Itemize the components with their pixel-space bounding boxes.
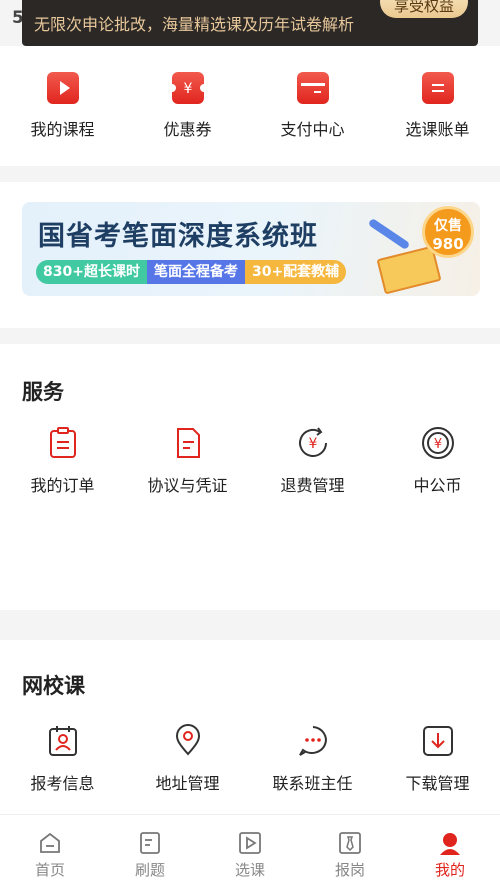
payment-center-label: 支付中心 — [280, 120, 345, 139]
tab-profile-label: 我的 — [434, 861, 465, 879]
my-courses-label: 我的课程 — [30, 120, 95, 139]
online-courses-section: 网校课 报考信息 地址管理 联系班主任 下载管理 — [0, 640, 500, 814]
promo-tag: 30+配套教辅 — [244, 260, 347, 284]
downloads-link[interactable]: 下载管理 — [375, 724, 500, 794]
agreements-label: 协议与凭证 — [147, 476, 228, 495]
tab-jobs-label: 报岗 — [334, 861, 365, 879]
promo-tags: 830+超长课时 笔面全程备考 30+配套教辅 — [36, 260, 347, 284]
vip-benefits-button[interactable]: 享受权益 — [379, 0, 468, 18]
online-courses-title: 网校课 — [22, 674, 85, 698]
chat-bubble-icon — [296, 724, 330, 758]
wallet-icon — [296, 72, 329, 104]
price-badge: 仅售 980 — [422, 206, 474, 258]
my-courses-link[interactable]: 我的课程 — [0, 46, 125, 140]
refund-link[interactable]: ¥ 退费管理 — [250, 426, 375, 496]
promo-tag: 笔面全程备考 — [146, 260, 245, 284]
agreements-link[interactable]: 协议与凭证 — [125, 426, 250, 496]
coin-icon: ¥ — [421, 426, 455, 460]
coupons-link[interactable]: ¥ 优惠券 — [125, 46, 250, 140]
pencil-illustration — [367, 217, 411, 251]
promo-section: 国省考笔面深度系统班 830+超长课时 笔面全程备考 30+配套教辅 仅售 98… — [0, 182, 500, 328]
refund-icon: ¥ — [296, 426, 330, 460]
my-orders-label: 我的订单 — [30, 476, 95, 495]
downloads-label: 下载管理 — [405, 774, 470, 793]
services-section: 服务 我的订单 协议与凭证 ¥ 退费管理 ¥ 中公币 — [0, 344, 500, 610]
svg-text:¥: ¥ — [433, 437, 441, 452]
exam-info-link[interactable]: 报考信息 — [0, 724, 125, 794]
services-title: 服务 — [22, 380, 64, 404]
promo-title: 国省考笔面深度系统班 — [38, 221, 318, 252]
document-icon — [171, 426, 205, 460]
course-bill-label: 选课账单 — [405, 120, 470, 139]
contact-teacher-link[interactable]: 联系班主任 — [250, 724, 375, 794]
svg-text:¥: ¥ — [308, 436, 317, 452]
tab-profile[interactable]: 我的 — [400, 815, 500, 889]
tab-jobs[interactable]: 报岗 — [300, 815, 400, 889]
applicant-info-icon — [46, 724, 80, 758]
address-link[interactable]: 地址管理 — [125, 724, 250, 794]
contact-teacher-label: 联系班主任 — [272, 774, 353, 793]
bottom-tab-bar: 首页 刷题 选课 报岗 我的 — [0, 814, 500, 889]
price-badge-label: 仅售 — [434, 218, 462, 234]
play-course-icon — [46, 72, 79, 104]
vip-banner-text: 无限次申论批改，海量精选课及历年试卷解析 — [34, 15, 355, 34]
tie-icon — [339, 832, 361, 854]
clipboard-icon — [46, 426, 80, 460]
quick-links: 我的课程 ¥ 优惠券 支付中心 选课账单 — [0, 46, 500, 166]
course-play-icon — [239, 832, 261, 854]
bill-icon — [421, 72, 454, 104]
tab-home[interactable]: 首页 — [0, 815, 100, 889]
refund-label: 退费管理 — [280, 476, 345, 495]
coupon-icon: ¥ — [167, 72, 208, 104]
tab-practice[interactable]: 刷题 — [100, 815, 200, 889]
coins-label: 中公币 — [413, 476, 462, 495]
price-badge-value: 980 — [432, 235, 464, 253]
svg-text:¥: ¥ — [183, 81, 192, 97]
tab-courses[interactable]: 选课 — [200, 815, 300, 889]
promo-tag: 830+超长课时 — [36, 260, 147, 284]
exam-info-label: 报考信息 — [30, 774, 95, 793]
coins-link[interactable]: ¥ 中公币 — [375, 426, 500, 496]
my-orders-link[interactable]: 我的订单 — [0, 426, 125, 496]
tab-courses-label: 选课 — [234, 861, 265, 879]
coupons-label: 优惠券 — [163, 120, 212, 139]
practice-icon — [140, 832, 160, 854]
download-icon — [421, 724, 455, 758]
home-icon — [40, 832, 60, 853]
profile-icon — [440, 833, 460, 855]
course-bill-link[interactable]: 选课账单 — [375, 46, 500, 140]
promo-banner[interactable]: 国省考笔面深度系统班 830+超长课时 笔面全程备考 30+配套教辅 仅售 98… — [22, 202, 480, 296]
payment-center-link[interactable]: 支付中心 — [250, 46, 375, 140]
tab-home-label: 首页 — [34, 861, 65, 879]
address-label: 地址管理 — [155, 774, 220, 793]
location-pin-icon — [171, 724, 205, 758]
tab-practice-label: 刷题 — [134, 861, 165, 879]
vip-banner[interactable]: 无限次申论批改，海量精选课及历年试卷解析 享受权益 — [22, 0, 478, 46]
